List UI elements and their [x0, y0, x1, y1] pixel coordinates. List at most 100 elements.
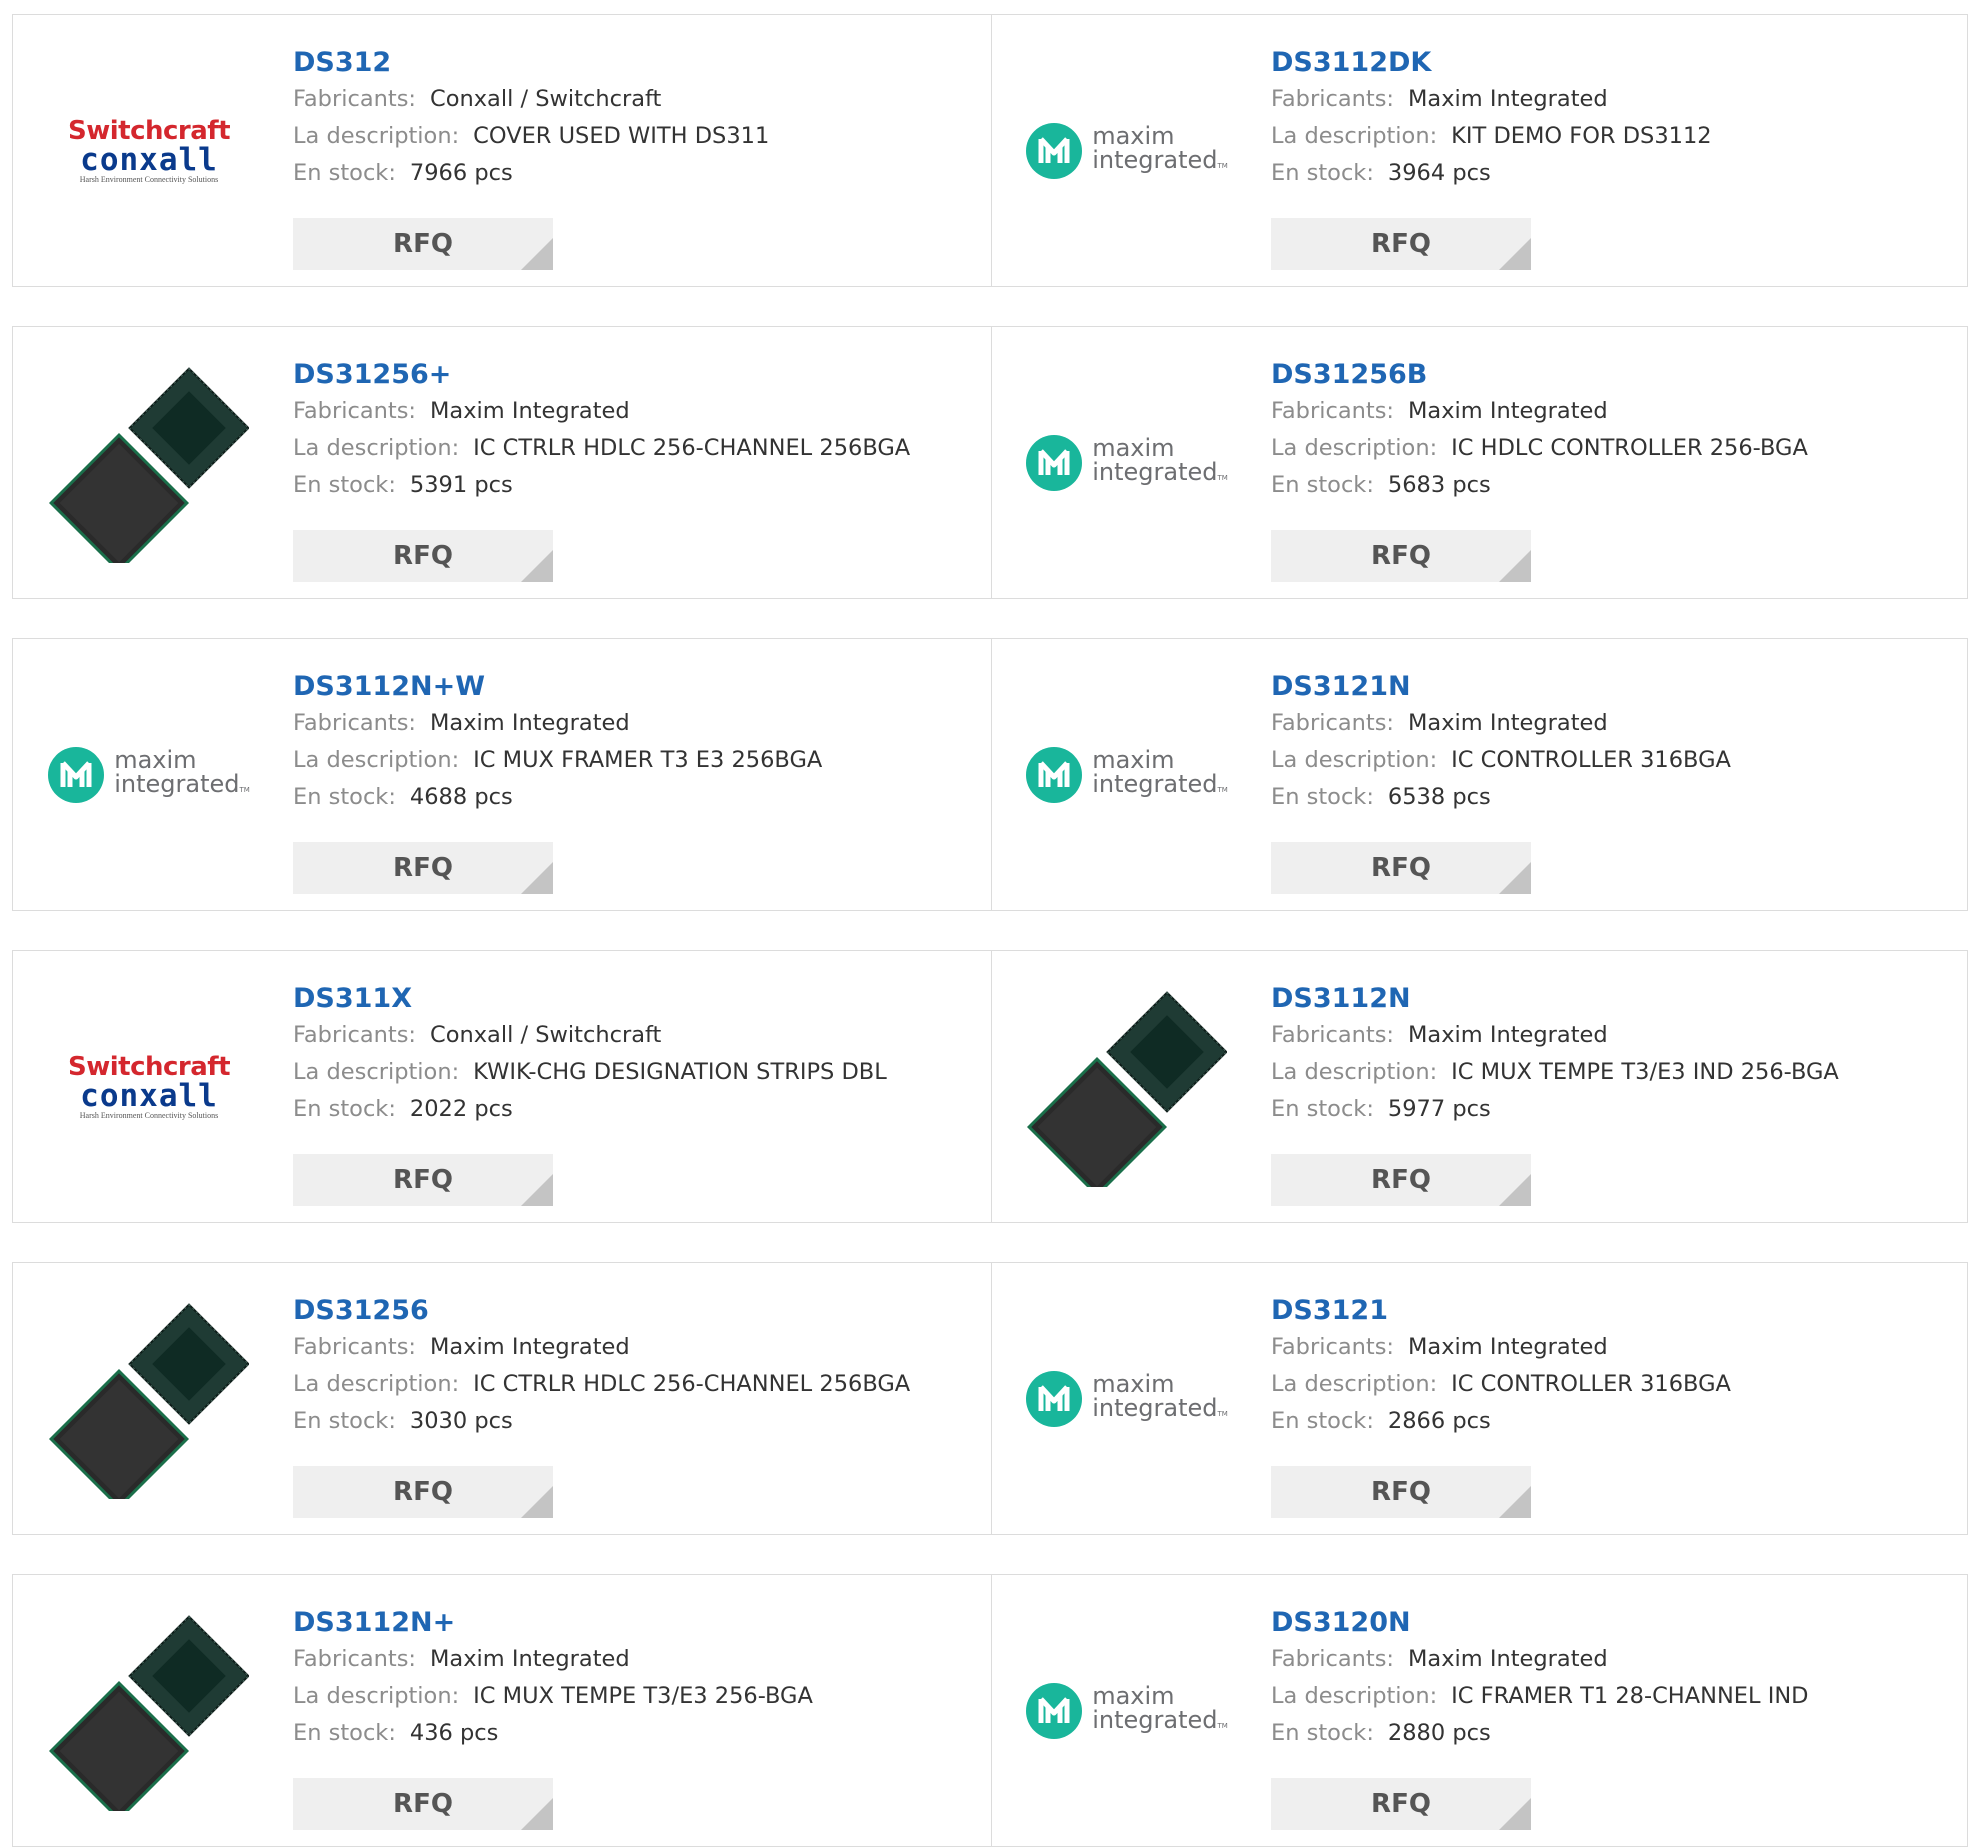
product-card: maxim integratedTM DS3120N Fabricants: Max… [991, 1575, 1967, 1846]
product-image[interactable]: Switchcraft conxall Harsh Environment Conn… [49, 987, 249, 1187]
manufacturer-value: Conxall / Switchcraft [430, 86, 662, 112]
part-number-link[interactable]: DS3121 [1271, 1293, 1967, 1329]
stock-value: 3030 pcs [409, 1408, 513, 1434]
manufacturer-value: Maxim Integrated [430, 1646, 630, 1672]
part-number-link[interactable]: DS3112N [1271, 981, 1967, 1017]
rfq-button[interactable]: RFQ [1271, 1154, 1531, 1206]
description-label: La description: [1271, 747, 1438, 773]
description-line: La description: IC CONTROLLER 316BGA [1271, 742, 1967, 779]
logo-text: maxim integratedTM [1092, 124, 1228, 178]
logo-word: integrated [1092, 146, 1218, 174]
description-label: La description: [1271, 435, 1438, 461]
manufacturer-value: Maxim Integrated [430, 398, 630, 424]
part-number-link[interactable]: DS3112N+ [293, 1605, 991, 1641]
bga-chip-photo [49, 1303, 249, 1499]
stock-line: En stock: 3964 pcs [1271, 155, 1967, 192]
description-value: IC MUX FRAMER T3 E3 256BGA [473, 747, 823, 773]
part-number-link[interactable]: DS3112DK [1271, 45, 1967, 81]
part-number-link[interactable]: DS3120N [1271, 1605, 1967, 1641]
part-number-link[interactable]: DS311X [293, 981, 991, 1017]
rfq-button[interactable]: RFQ [1271, 1778, 1531, 1830]
part-number-link[interactable]: DS31256B [1271, 357, 1967, 393]
manufacturer-label: Fabricants: [1271, 1334, 1394, 1360]
product-image[interactable] [49, 1611, 249, 1811]
manufacturer-label: Fabricants: [293, 1646, 416, 1672]
rfq-label: RFQ [1371, 1477, 1431, 1507]
description-value: IC CONTROLLER 316BGA [1451, 1371, 1731, 1397]
rfq-label: RFQ [393, 229, 453, 259]
product-image[interactable]: Switchcraft conxall Harsh Environment Conn… [49, 51, 249, 251]
product-image[interactable]: maxim integratedTM [1026, 1611, 1228, 1811]
rfq-button[interactable]: RFQ [1271, 1466, 1531, 1518]
product-info: DS31256B Fabricants: Maxim Integrated La … [1271, 357, 1967, 504]
part-number-link[interactable]: DS31256+ [293, 357, 991, 393]
logo-line: maxim [114, 746, 197, 774]
logo-word: integrated [1092, 1706, 1218, 1734]
product-image[interactable]: maxim integratedTM [1026, 1299, 1228, 1499]
product-image[interactable] [49, 363, 249, 563]
logo-line: integratedTM [1092, 772, 1228, 802]
logo-text: conxall [80, 1078, 218, 1114]
product-image[interactable]: maxim integratedTM [1026, 51, 1228, 251]
manufacturer-label: Fabricants: [1271, 710, 1394, 736]
manufacturer-line: Fabricants: Maxim Integrated [293, 1329, 991, 1366]
stock-label: En stock: [293, 1408, 396, 1434]
product-info: DS3112DK Fabricants: Maxim Integrated La … [1271, 45, 1967, 192]
stock-value: 5683 pcs [1387, 472, 1491, 498]
description-label: La description: [1271, 1683, 1438, 1709]
manufacturer-line: Fabricants: Maxim Integrated [1271, 1329, 1967, 1366]
maxim-mark-icon [1026, 123, 1083, 179]
logo-line: integratedTM [1092, 148, 1228, 178]
stock-line: En stock: 2880 pcs [1271, 1715, 1967, 1752]
rfq-button[interactable]: RFQ [293, 1778, 553, 1830]
bga-chip-photo [49, 367, 249, 563]
product-image[interactable]: maxim integratedTM [1026, 675, 1228, 875]
product-info: DS3112N+ Fabricants: Maxim Integrated La … [293, 1605, 991, 1752]
logo-text: maxim integratedTM [114, 748, 250, 802]
product-info: DS3121 Fabricants: Maxim Integrated La de… [1271, 1293, 1967, 1440]
product-image[interactable]: maxim integratedTM [1026, 363, 1228, 563]
rfq-button[interactable]: RFQ [1271, 842, 1531, 894]
rfq-button[interactable]: RFQ [293, 1466, 553, 1518]
manufacturer-value: Maxim Integrated [1408, 398, 1608, 424]
part-number-link[interactable]: DS31256 [293, 1293, 991, 1329]
part-number-link[interactable]: DS312 [293, 45, 991, 81]
rfq-button[interactable]: RFQ [293, 1154, 553, 1206]
part-number-link[interactable]: DS3121N [1271, 669, 1967, 705]
maxim-mark-icon [1026, 1683, 1083, 1739]
stock-label: En stock: [1271, 784, 1374, 810]
description-line: La description: KIT DEMO FOR DS3112 [1271, 118, 1967, 155]
description-line: La description: IC MUX TEMPE T3/E3 IND 25… [1271, 1054, 1967, 1091]
corner-triangle-icon [521, 862, 553, 894]
rfq-button[interactable]: RFQ [293, 218, 553, 270]
maxim-integrated-logo: maxim integratedTM [1026, 747, 1228, 803]
stock-value: 2022 pcs [409, 1096, 513, 1122]
product-image[interactable] [49, 1299, 249, 1499]
stock-label: En stock: [1271, 1096, 1374, 1122]
rfq-button[interactable]: RFQ [1271, 530, 1531, 582]
stock-label: En stock: [1271, 160, 1374, 186]
product-info: DS31256 Fabricants: Maxim Integrated La d… [293, 1293, 991, 1440]
corner-triangle-icon [1499, 1174, 1531, 1206]
product-card: maxim integratedTM DS31256B Fabricants: Ma… [991, 327, 1967, 598]
description-line: La description: IC CONTROLLER 316BGA [1271, 1366, 1967, 1403]
stock-line: En stock: 7966 pcs [293, 155, 991, 192]
stock-value: 4688 pcs [409, 784, 513, 810]
product-image[interactable] [1027, 987, 1227, 1187]
product-row: DS31256 Fabricants: Maxim Integrated La d… [12, 1262, 1968, 1535]
stock-value: 3964 pcs [1387, 160, 1491, 186]
stock-line: En stock: 5977 pcs [1271, 1091, 1967, 1128]
corner-triangle-icon [521, 1174, 553, 1206]
part-number-link[interactable]: DS3112N+W [293, 669, 991, 705]
manufacturer-value: Maxim Integrated [430, 710, 630, 736]
product-image[interactable]: maxim integratedTM [48, 675, 250, 875]
rfq-label: RFQ [393, 1165, 453, 1195]
rfq-button[interactable]: RFQ [1271, 218, 1531, 270]
product-info: DS3112N+W Fabricants: Maxim Integrated La… [293, 669, 991, 816]
rfq-button[interactable]: RFQ [293, 842, 553, 894]
stock-line: En stock: 6538 pcs [1271, 779, 1967, 816]
product-card: maxim integratedTM DS3121N Fabricants: Max… [991, 639, 1967, 910]
product-row: maxim integratedTM DS3112N+W Fabricants: M… [12, 638, 1968, 911]
product-card: maxim integratedTM DS3121 Fabricants: Maxi… [991, 1263, 1967, 1534]
rfq-button[interactable]: RFQ [293, 530, 553, 582]
